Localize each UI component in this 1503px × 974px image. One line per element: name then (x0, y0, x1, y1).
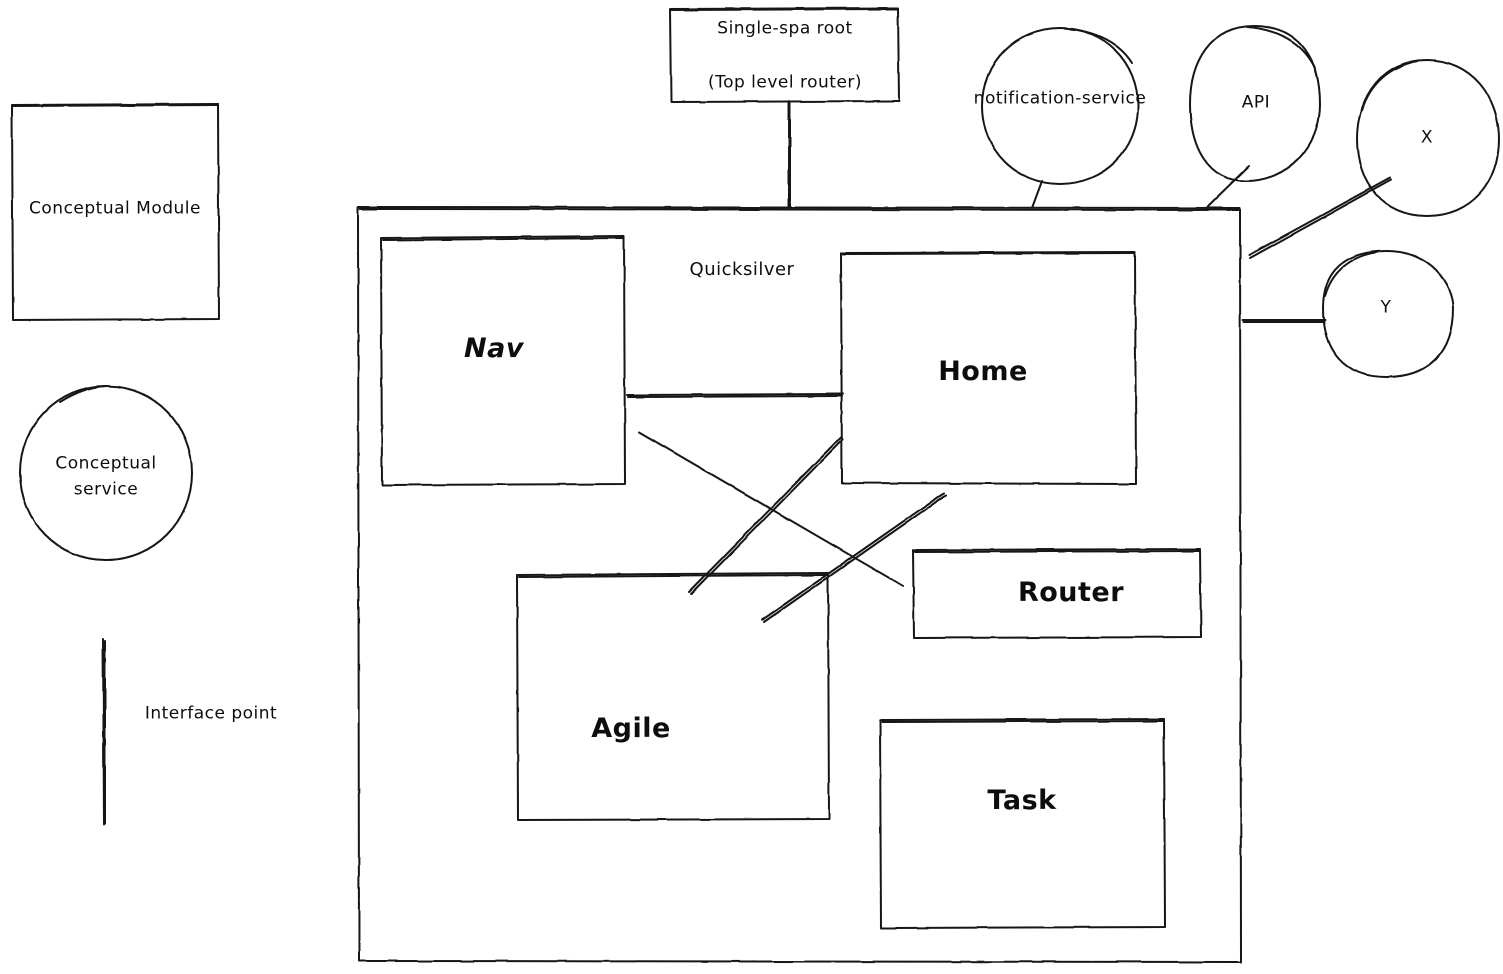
legend-module-shape (11, 103, 220, 321)
nav-module-shape (380, 235, 626, 486)
connector-root-to-quicksilver (788, 100, 791, 208)
y-service-shape (1322, 250, 1454, 378)
connector-x-to-quicksilver (1248, 177, 1392, 259)
router-module-shape (912, 548, 1202, 639)
diagram-canvas: Conceptual Module Conceptual service Int… (0, 0, 1503, 974)
legend-interface-shape (102, 638, 106, 825)
notification-service-shape (981, 27, 1139, 185)
connector-api-to-quicksilver (1204, 165, 1250, 210)
quicksilver-container-shape (357, 206, 1242, 963)
task-module-shape (879, 718, 1166, 929)
connector-y-to-quicksilver (1242, 319, 1326, 323)
legend-service-shape (19, 385, 193, 561)
root-box-shape (669, 7, 900, 103)
connector-notification-to-quicksilver (1031, 180, 1043, 209)
connector-agile-to-home (688, 436, 844, 595)
x-service-shape (1356, 59, 1500, 217)
api-service-shape (1189, 25, 1321, 182)
home-module-shape (840, 251, 1137, 485)
diagram-strokes (11, 7, 1500, 963)
connector-nav-to-home (626, 393, 844, 398)
